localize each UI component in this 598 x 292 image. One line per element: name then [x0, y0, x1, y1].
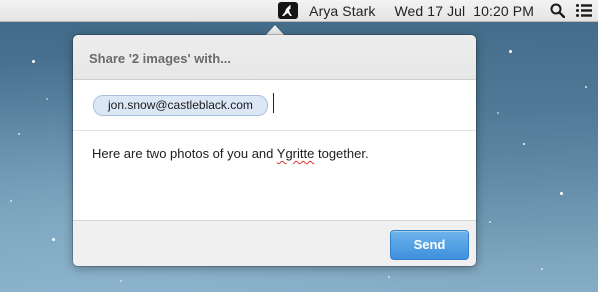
text-cursor — [273, 93, 274, 113]
menu-clock[interactable]: 10:20 PM — [473, 3, 534, 19]
kangaroo-app-icon[interactable] — [278, 2, 299, 19]
wallpaper-star — [18, 133, 20, 135]
share-popover-header: Share '2 images' with... — [73, 35, 476, 80]
magnifier-icon — [550, 3, 565, 18]
wallpaper-star — [46, 98, 48, 100]
list-bullets-icon — [576, 4, 592, 17]
share-popover-footer: Send — [73, 220, 476, 266]
menu-user-name[interactable]: Arya Stark — [309, 3, 375, 19]
wallpaper-star — [585, 86, 587, 88]
recipient-field[interactable]: jon.snow@castleblack.com — [73, 80, 476, 131]
share-popover-title: Share '2 images' with... — [89, 51, 232, 66]
notification-center-icon[interactable] — [576, 4, 592, 17]
wallpaper-star — [497, 112, 499, 114]
wallpaper-star — [10, 200, 12, 202]
share-popover: Share '2 images' with... jon.snow@castle… — [73, 35, 476, 266]
menu-bar: Arya Stark Wed 17 Jul 10:20 PM — [0, 0, 598, 22]
message-textarea[interactable]: Here are two photos of you and Ygritte t… — [73, 131, 476, 220]
wallpaper-star — [120, 280, 122, 282]
kangaroo-icon — [282, 5, 293, 16]
message-text-end: together. — [314, 146, 369, 161]
wallpaper-star — [388, 276, 390, 278]
send-button[interactable]: Send — [390, 230, 469, 260]
message-text-start: Here are two photos of you and — [92, 146, 277, 161]
wallpaper-star — [523, 143, 525, 145]
message-text: Here are two photos of you and Ygritte t… — [92, 146, 369, 161]
menu-bar-status-area: Arya Stark Wed 17 Jul 10:20 PM — [278, 0, 598, 21]
misspelled-word: Ygritte — [276, 146, 315, 161]
spotlight-search-icon[interactable] — [550, 3, 565, 18]
recipient-token[interactable]: jon.snow@castleblack.com — [93, 95, 268, 116]
menu-date[interactable]: Wed 17 Jul — [394, 3, 465, 19]
wallpaper-star — [489, 221, 491, 223]
wallpaper-star — [541, 268, 543, 270]
wallpaper-star — [32, 60, 35, 63]
wallpaper-star — [509, 50, 512, 53]
wallpaper-star — [52, 238, 55, 241]
wallpaper-star — [560, 192, 563, 195]
